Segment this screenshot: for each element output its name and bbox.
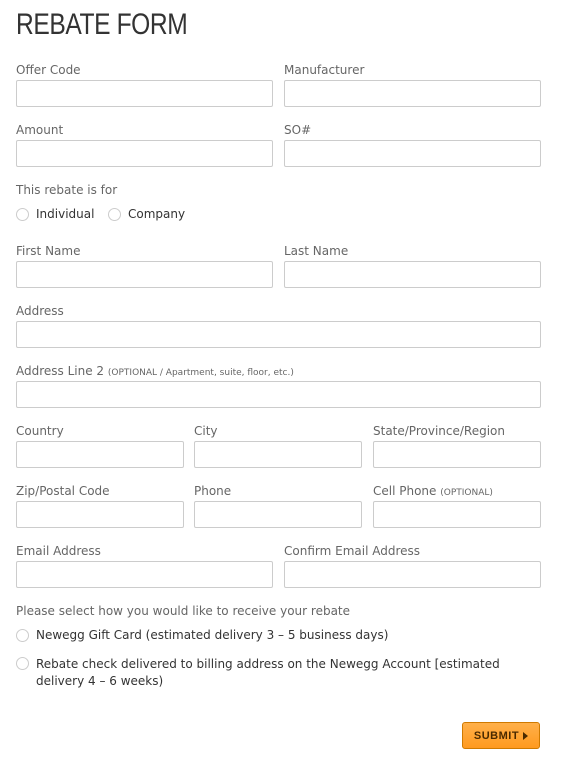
address2-optional-note: (OPTIONAL / Apartment, suite, floor, etc… [107, 368, 294, 378]
state-label: State/Province/Region [373, 424, 505, 438]
country-input[interactable] [16, 441, 184, 468]
manufacturer-input[interactable] [284, 80, 541, 107]
company-label[interactable]: Company [128, 207, 185, 221]
city-input[interactable] [194, 441, 362, 468]
last-name-input[interactable] [284, 261, 541, 288]
rebate-check-label[interactable]: Rebate check delivered to billing addres… [36, 656, 536, 690]
cell-phone-input[interactable] [373, 501, 541, 528]
cell-phone-optional-note: (OPTIONAL) [440, 488, 493, 498]
cell-phone-label: Cell Phone (OPTIONAL) [373, 484, 493, 498]
individual-radio[interactable] [16, 208, 29, 221]
country-label: Country [16, 424, 64, 438]
email-input[interactable] [16, 561, 273, 588]
offer-code-input[interactable] [16, 80, 273, 107]
confirm-email-label: Confirm Email Address [284, 544, 421, 558]
address-input[interactable] [16, 321, 541, 348]
individual-label[interactable]: Individual [36, 207, 94, 221]
amount-label: Amount [16, 123, 64, 137]
rebate-check-radio[interactable] [16, 657, 29, 670]
zip-input[interactable] [16, 501, 184, 528]
phone-input[interactable] [194, 501, 362, 528]
manufacturer-label: Manufacturer [284, 63, 365, 77]
confirm-email-input[interactable] [284, 561, 541, 588]
address2-label-text: Address Line 2 [16, 364, 105, 378]
submit-button[interactable]: SUBMIT [462, 722, 540, 749]
company-radio[interactable] [108, 208, 121, 221]
city-label: City [194, 424, 218, 438]
address2-input[interactable] [16, 381, 541, 408]
cell-phone-label-text: Cell Phone [373, 484, 437, 498]
first-name-label: First Name [16, 244, 81, 258]
gift-card-radio[interactable] [16, 629, 29, 642]
first-name-input[interactable] [16, 261, 273, 288]
delivery-label: Please select how you would like to rece… [16, 604, 351, 618]
page-title: REBATE FORM [16, 8, 188, 41]
caret-right-icon [523, 731, 529, 740]
zip-label: Zip/Postal Code [16, 484, 110, 498]
last-name-label: Last Name [284, 244, 349, 258]
amount-input[interactable] [16, 140, 273, 167]
gift-card-label[interactable]: Newegg Gift Card (estimated delivery 3 –… [36, 628, 388, 642]
rebate-for-label: This rebate is for [16, 183, 118, 197]
email-label: Email Address [16, 544, 101, 558]
so-number-input[interactable] [284, 140, 541, 167]
submit-label: SUBMIT [473, 729, 520, 742]
state-input[interactable] [373, 441, 541, 468]
phone-label: Phone [194, 484, 232, 498]
offer-code-label: Offer Code [16, 63, 81, 77]
address2-label: Address Line 2 (OPTIONAL / Apartment, su… [16, 364, 294, 378]
so-number-label: SO# [284, 123, 312, 137]
address-label: Address [16, 304, 64, 318]
